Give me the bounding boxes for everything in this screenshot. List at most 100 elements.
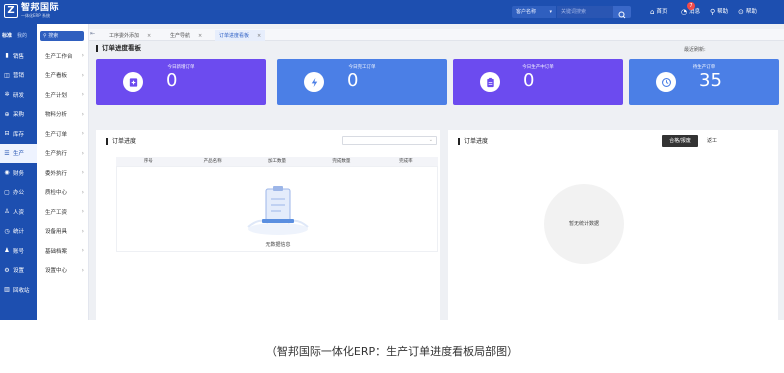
- finance-icon: ◉: [4, 169, 10, 177]
- stat-card-completed-orders[interactable]: 今日完工订单 0: [277, 59, 447, 105]
- submenu-item[interactable]: 设置中心 ›: [37, 261, 89, 281]
- panel-title: 订单进度: [106, 138, 136, 145]
- sidebar-item-rnd[interactable]: ✲ 研发: [0, 85, 37, 105]
- chevron-right-icon: ›: [81, 169, 84, 177]
- panel-title: 订单进度: [458, 138, 488, 145]
- submenu-item[interactable]: 生产工资 ›: [37, 202, 89, 222]
- briefcase-icon: ▢: [4, 188, 10, 196]
- global-search-input[interactable]: [557, 6, 613, 18]
- submenu-item[interactable]: 生产看板 ›: [37, 66, 89, 86]
- submenu-item[interactable]: 设备用具 ›: [37, 222, 89, 242]
- submenu-item[interactable]: 生产订单 ›: [37, 124, 89, 144]
- close-icon[interactable]: ×: [257, 33, 261, 39]
- submenu-item[interactable]: 物料分析 ›: [37, 105, 89, 125]
- box-icon: ⊟: [4, 130, 10, 138]
- sidebar-tab-mine[interactable]: 我的: [17, 32, 27, 39]
- submenu-search[interactable]: ⚲ 搜索: [40, 31, 84, 41]
- help-center-link[interactable]: ⊙ 帮助: [738, 7, 757, 17]
- home-icon: ⌂: [650, 8, 655, 16]
- submenu-item[interactable]: 基础档案 ›: [37, 241, 89, 261]
- submenu-item[interactable]: 委外执行 ›: [37, 163, 89, 183]
- logo-name: 智邦国际: [21, 3, 60, 13]
- help-link[interactable]: ⚲ 帮助: [710, 7, 728, 17]
- tab-order-progress-board[interactable]: 订单进度看板 ×: [215, 30, 266, 41]
- sidebar-item-sales[interactable]: ▮ 销售: [0, 46, 37, 66]
- chevron-right-icon: ›: [81, 71, 84, 79]
- chevron-right-icon: ›: [81, 91, 84, 99]
- sidebar-item-hr[interactable]: ♙ 人资: [0, 202, 37, 222]
- sidebar-item-production[interactable]: ☰ 生产: [0, 143, 37, 163]
- column-header: 完成率: [399, 159, 413, 164]
- submenu-item[interactable]: 生产计划 ›: [37, 85, 89, 105]
- stat-label: 今日完工订单: [348, 65, 376, 70]
- tab-production-nav[interactable]: 生产导航 ×: [166, 30, 206, 41]
- column-header: 产品名称: [203, 159, 222, 164]
- messages-link[interactable]: ◔ 7 消息: [681, 2, 700, 17]
- chevron-right-icon: ›: [81, 247, 84, 255]
- sidebar-item-marketing[interactable]: ◫ 营销: [0, 66, 37, 86]
- cart-icon: ◫: [4, 71, 10, 79]
- sidebar-item-account[interactable]: ♟ 账号: [0, 241, 37, 261]
- clock-icon: ◷: [4, 227, 10, 235]
- empty-chart-placeholder: 暂无统计数据: [544, 184, 624, 264]
- search-scope-label: 客户名称: [516, 9, 537, 15]
- column-header: 加工数量: [268, 159, 287, 164]
- erp-app-window: Z 智邦国际 一体化ERP 系统 客户名称 ▾ ⌂首页 ◔7消息 ⚲帮助 ⊙帮助: [0, 0, 784, 320]
- empty-message: 无数据信息: [265, 242, 291, 248]
- search-button[interactable]: [613, 6, 631, 19]
- clipboard-icon: [480, 72, 500, 92]
- close-icon[interactable]: ×: [198, 33, 202, 39]
- plus-doc-icon: [123, 72, 143, 92]
- stat-value: 0: [347, 70, 359, 91]
- main-content: 订单进度看板 最近刷新: 今日新增订单 0 今日完工订单 0 今日生产中订单 0…: [89, 42, 784, 320]
- top-bar: Z 智邦国际 一体化ERP 系统 客户名称 ▾ ⌂首页 ◔7消息 ⚲帮助 ⊙帮助: [0, 0, 784, 24]
- sidebar-item-office[interactable]: ▢ 办公: [0, 183, 37, 203]
- collapse-menu-icon[interactable]: ⇤: [90, 30, 95, 37]
- bell-icon: ◔ 7: [681, 2, 695, 17]
- column-header: 完成数量: [332, 159, 351, 164]
- submenu-item[interactable]: 质检中心 ›: [37, 183, 89, 203]
- table-empty-state: 无数据信息: [116, 166, 438, 252]
- sidebar-item-finance[interactable]: ◉ 财务: [0, 163, 37, 183]
- chevron-right-icon: ›: [81, 188, 84, 196]
- column-header: 序号: [143, 159, 153, 164]
- user-icon: ♟: [4, 247, 10, 255]
- search-scope-select[interactable]: 客户名称 ▾: [512, 6, 556, 18]
- sidebar-item-purchase[interactable]: ⊕ 采购: [0, 105, 37, 125]
- close-icon[interactable]: ×: [147, 33, 151, 39]
- stat-card-new-orders[interactable]: 今日新增订单 0: [96, 59, 266, 105]
- stat-card-in-production[interactable]: 今日生产中订单 0: [453, 59, 623, 105]
- stat-label: 今日新增订单: [167, 65, 195, 70]
- messages-badge: 7: [687, 2, 695, 10]
- search-icon: [618, 11, 626, 19]
- gear-icon: ✲: [4, 91, 10, 99]
- submenu-item[interactable]: 生产执行 ›: [37, 144, 89, 164]
- cart-icon: ⊕: [4, 110, 10, 118]
- list-icon: ☰: [4, 149, 10, 157]
- sidebar-item-recycle-bin[interactable]: ▥ 回收站: [0, 280, 37, 300]
- sidebar-tab-standard[interactable]: 标准: [2, 32, 12, 39]
- toggle-qualified-scrap[interactable]: 合格/报废: [662, 135, 698, 147]
- empty-document-icon: [247, 186, 309, 235]
- last-refresh-label: 最近刷新:: [684, 47, 706, 53]
- settings-icon: ⚙: [4, 266, 10, 274]
- sidebar-tabs: 标准 我的: [0, 24, 37, 46]
- chevron-down-icon: ▾: [549, 9, 552, 15]
- filter-select[interactable]: ⌄: [342, 136, 437, 145]
- stat-value: 0: [166, 70, 178, 91]
- clock-icon: [656, 72, 676, 92]
- tab-process-outsourcing[interactable]: 工序委外添加 ×: [105, 30, 155, 41]
- order-progress-chart-panel: 订单进度 合格/报废 返工 暂无统计数据: [448, 130, 778, 320]
- submenu-item[interactable]: 生产工作台 ›: [37, 46, 89, 66]
- toggle-rework[interactable]: 返工: [701, 135, 723, 147]
- sidebar-item-inventory[interactable]: ⊟ 库存: [0, 124, 37, 144]
- sidebar-item-statistics[interactable]: ◷ 统计: [0, 222, 37, 242]
- order-progress-table-panel: 订单进度 ⌄ 序号 产品名称 加工数量 完成数量 完成率 无数据信息: [96, 130, 440, 320]
- lightning-icon: [304, 72, 324, 92]
- image-caption: （智邦国际一体化ERP：生产订单进度看板局部图）: [265, 345, 519, 358]
- submenu-list: 生产工作台 › 生产看板 › 生产计划 › 物料分析 › 生产订单 › 生产执行 › 委外执…: [37, 46, 89, 280]
- sidebar-item-settings[interactable]: ⚙ 设置: [0, 261, 37, 281]
- chevron-right-icon: ›: [81, 149, 84, 157]
- home-link[interactable]: ⌂ 首页: [650, 7, 667, 17]
- stat-card-pending-orders[interactable]: 待生产订单 35: [629, 59, 779, 105]
